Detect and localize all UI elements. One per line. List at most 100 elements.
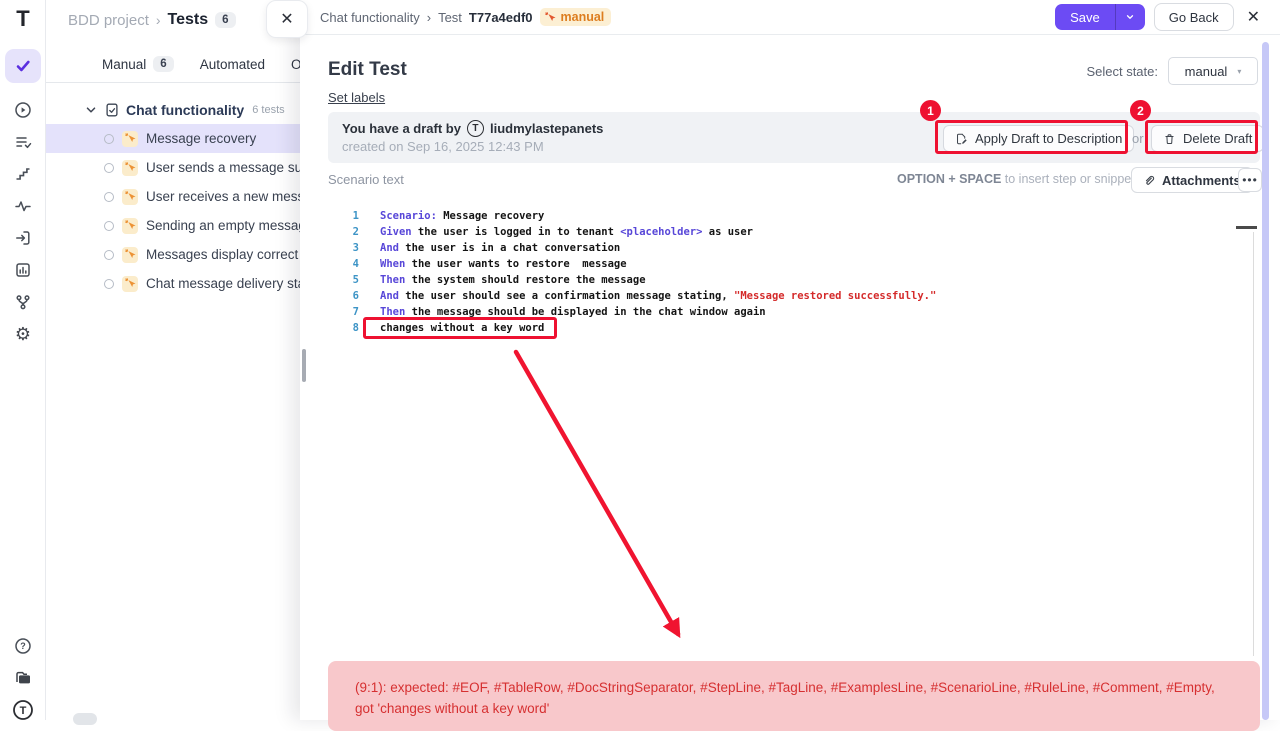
- status-circle-icon[interactable]: [104, 192, 114, 202]
- pulse-icon[interactable]: [5, 190, 41, 222]
- manual-badge-label: manual: [561, 10, 605, 24]
- test-id: T77a4edf0: [469, 10, 533, 25]
- svg-text:T: T: [20, 705, 27, 717]
- tree-folder-count: 6 tests: [252, 104, 284, 116]
- annotation-rect-delete: [1145, 120, 1258, 154]
- line-number: 8: [300, 322, 359, 334]
- line-content: Scenario: Message recovery: [380, 210, 544, 222]
- collapsed-widget[interactable]: [73, 713, 97, 725]
- draft-username: liudmylastepanets: [490, 121, 603, 136]
- line-number: 6: [300, 290, 359, 302]
- manual-test-icon: [122, 131, 138, 147]
- tree-item-user-sends[interactable]: User sends a message successfully: [46, 153, 300, 182]
- avatar-initial: T: [472, 123, 478, 134]
- tree-item-user-receives[interactable]: User receives a new message: [46, 182, 300, 211]
- tab-manual-count: 6: [153, 56, 173, 72]
- breadcrumb-test-word: Test: [438, 10, 462, 25]
- set-labels-link[interactable]: Set labels: [328, 90, 385, 105]
- save-button[interactable]: Save: [1055, 4, 1115, 30]
- state-value: manual: [1185, 64, 1228, 79]
- branches-icon[interactable]: [5, 286, 41, 318]
- code-line[interactable]: 5Then the system should restore the mess…: [300, 272, 1250, 288]
- drawer-scrollbar[interactable]: [1262, 42, 1269, 720]
- tests-icon[interactable]: [5, 49, 41, 83]
- status-circle-icon[interactable]: [104, 221, 114, 231]
- status-circle-icon[interactable]: [104, 279, 114, 289]
- tab-manual-label: Manual: [102, 57, 146, 72]
- breadcrumb-separator: ›: [156, 12, 161, 28]
- save-split-button: Save: [1055, 4, 1145, 30]
- breadcrumb-page[interactable]: Tests: [168, 11, 209, 29]
- account-avatar[interactable]: T: [5, 694, 41, 726]
- editor-scrollbar-track[interactable]: [1253, 232, 1254, 656]
- gherkin-error-banner: (9:1): expected: #EOF, #TableRow, #DocSt…: [328, 661, 1260, 731]
- projects-icon[interactable]: [5, 662, 41, 694]
- suite-document-icon: [104, 102, 120, 118]
- page-title: Edit Test: [328, 59, 407, 81]
- drawer-topbar: Chat functionality › Test T77a4edf0 manu…: [300, 0, 1280, 35]
- line-number: 5: [300, 274, 359, 286]
- tests-panel: BDD project › Tests 6 Manual 6 Automated…: [46, 0, 300, 720]
- panel-close-button[interactable]: ✕: [266, 0, 308, 38]
- test-plans-icon[interactable]: [5, 126, 41, 158]
- breadcrumb-separator: ›: [427, 10, 431, 25]
- tab-automated[interactable]: Automated: [200, 57, 265, 72]
- manual-test-icon: [122, 189, 138, 205]
- tree-item-sending-empty[interactable]: Sending an empty message: [46, 211, 300, 240]
- runs-icon[interactable]: [5, 94, 41, 126]
- test-tree: Chat functionality 6 tests Message recov…: [46, 96, 300, 298]
- stairs-icon: [14, 165, 32, 183]
- editor-scrollbar-thumb[interactable]: [1236, 226, 1257, 229]
- edit-test-drawer: Chat functionality › Test T77a4edf0 manu…: [300, 0, 1280, 720]
- panel-resize-handle[interactable]: [302, 349, 306, 382]
- breadcrumb-project[interactable]: BDD project: [68, 12, 149, 29]
- annotation-circle-1: 1: [920, 100, 941, 121]
- more-options-button[interactable]: •••: [1238, 168, 1262, 192]
- box-arrow-icon: [14, 229, 32, 247]
- select-caret-icon: ▾: [1237, 67, 1241, 76]
- tree-folder-label[interactable]: Chat functionality: [126, 102, 244, 118]
- state-select[interactable]: manual ▾: [1168, 57, 1258, 85]
- draft-user-avatar: T: [467, 120, 484, 137]
- code-line[interactable]: 2Given the user is logged in to tenant <…: [300, 224, 1250, 240]
- code-line[interactable]: 4When the user wants to restore message: [300, 256, 1250, 272]
- annotation-arrow: [500, 340, 700, 650]
- gear-icon: ⚙: [15, 325, 31, 343]
- settings-icon[interactable]: ⚙: [5, 318, 41, 350]
- reports-icon[interactable]: [5, 254, 41, 286]
- drawer-breadcrumb: Chat functionality › Test T77a4edf0 manu…: [300, 8, 611, 26]
- chevron-down-icon[interactable]: [84, 103, 98, 117]
- question-circle-icon: ?: [14, 637, 32, 655]
- tree-item-message-recovery[interactable]: Message recovery: [46, 124, 300, 153]
- drawer-close-icon[interactable]: ✕: [1243, 7, 1264, 27]
- status-circle-icon[interactable]: [104, 250, 114, 260]
- tests-tabs: Manual 6 Automated Outdated: [46, 46, 300, 83]
- annotation-rect-apply: [935, 120, 1128, 154]
- code-line[interactable]: 6And the user should see a confirmation …: [300, 288, 1250, 304]
- code-line[interactable]: 1Scenario: Message recovery: [300, 208, 1250, 224]
- line-content: When the user wants to restore message: [380, 258, 627, 270]
- go-back-button[interactable]: Go Back: [1154, 3, 1234, 31]
- tree-folder-row[interactable]: Chat functionality 6 tests: [46, 96, 300, 124]
- import-icon[interactable]: [5, 222, 41, 254]
- manual-test-icon: [122, 247, 138, 263]
- tree-item-delivery-status[interactable]: Chat message delivery status: [46, 269, 300, 298]
- branch-icon: [14, 293, 32, 311]
- help-icon[interactable]: ?: [5, 630, 41, 662]
- breadcrumb: BDD project › Tests 6: [68, 8, 236, 32]
- status-circle-icon[interactable]: [104, 134, 114, 144]
- or-text: or: [1132, 131, 1144, 146]
- attachments-button[interactable]: Attachments: [1131, 167, 1253, 193]
- status-circle-icon[interactable]: [104, 163, 114, 173]
- save-dropdown-button[interactable]: [1115, 4, 1145, 30]
- bar-chart-icon: [14, 261, 32, 279]
- manual-cursor-icon: [545, 12, 556, 23]
- steps-icon[interactable]: [5, 158, 41, 190]
- tests-count-badge: 6: [215, 12, 235, 28]
- tree-item-label: Sending an empty message: [146, 218, 313, 233]
- code-line[interactable]: 3And the user is in a chat conversation: [300, 240, 1250, 256]
- tree-item-timestamps[interactable]: Messages display correct timestamps: [46, 240, 300, 269]
- manual-test-icon: [122, 160, 138, 176]
- tab-manual[interactable]: Manual 6: [102, 56, 174, 72]
- breadcrumb-folder[interactable]: Chat functionality: [320, 10, 420, 25]
